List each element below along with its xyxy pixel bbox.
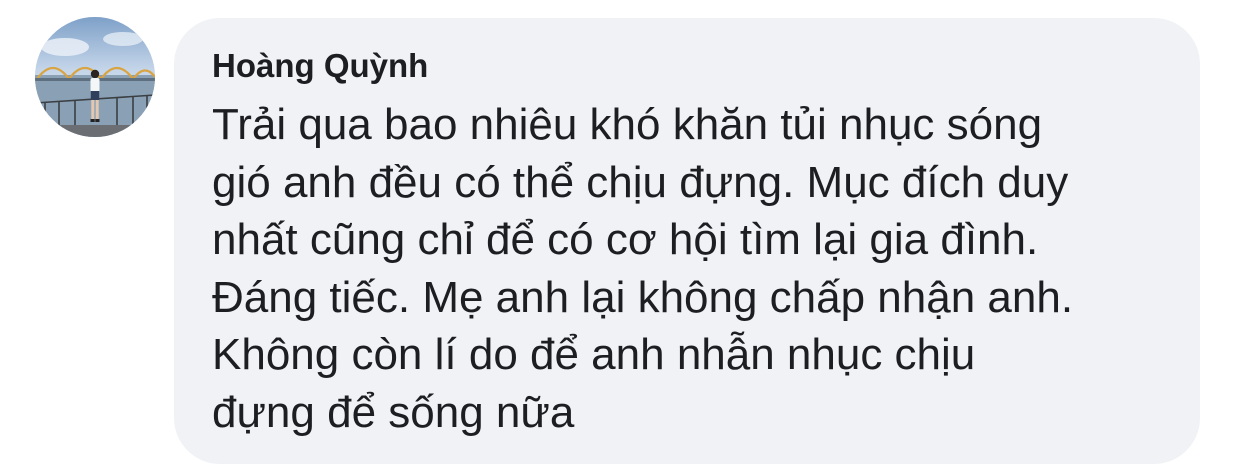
comment-line: gió anh đều có thể chịu đựng. Mục đích d…	[212, 157, 1069, 207]
comment-bubble: Hoàng Quỳnh Trải qua bao nhiêu khó khăn …	[174, 18, 1200, 464]
comment-line: Trải qua bao nhiêu khó khăn tủi nhục són…	[212, 100, 1043, 149]
comment-author[interactable]: Hoàng Quỳnh	[212, 46, 1162, 86]
comment-line: Không còn lí do để anh nhẫn nhục chịu	[212, 330, 976, 380]
comment-line: Đáng tiếc. Mẹ anh lại không chấp nhận an…	[212, 272, 1074, 322]
comment-line: nhất cũng chỉ để có cơ hội tìm lại gia đ…	[212, 215, 1039, 265]
avatar[interactable]	[35, 17, 155, 137]
avatar-photo	[35, 17, 155, 137]
comment-line: đựng để sống nữa	[212, 387, 575, 437]
comment-text: Trải qua bao nhiêu khó khăn tủi nhục són…	[212, 96, 1162, 442]
